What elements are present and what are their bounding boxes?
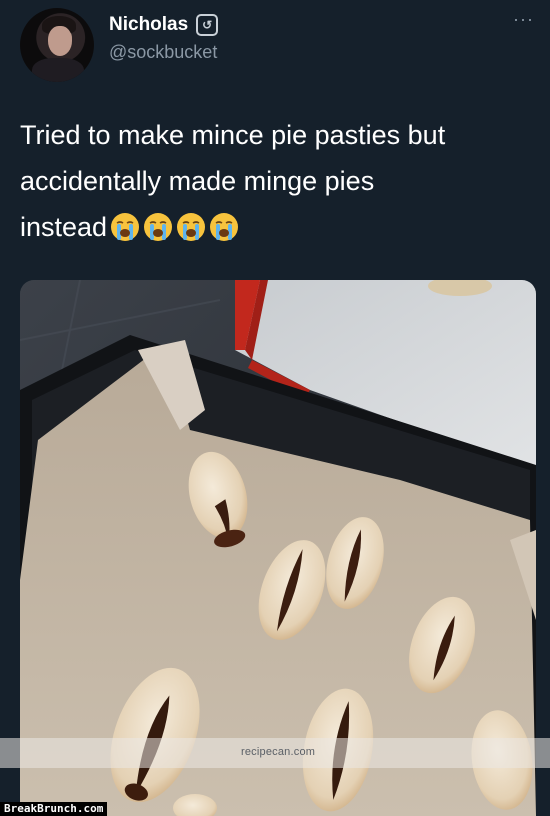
emoji-row xyxy=(107,212,239,242)
tweet-photo[interactable] xyxy=(20,280,536,816)
tweet-text-line-2: accidentally made minge pies xyxy=(20,166,375,196)
avatar-face xyxy=(48,26,72,56)
site-tag: BreakBrunch.com xyxy=(0,802,108,816)
tweet-text-line-1: Tried to make mince pie pasties but xyxy=(20,120,446,150)
tweet-text: Tried to make mince pie pasties but acci… xyxy=(20,112,530,250)
user-handle[interactable]: @sockbucket xyxy=(109,42,217,63)
loudly-crying-face-icon xyxy=(210,213,239,241)
display-name[interactable]: Nicholas xyxy=(109,14,188,36)
name-row: Nicholas ↺ xyxy=(109,14,219,36)
watermark-text: recipecan.com xyxy=(241,746,316,758)
retweet-badge-icon: ↺ xyxy=(196,14,219,36)
loudly-crying-face-icon xyxy=(177,213,206,241)
loudly-crying-face-icon xyxy=(111,213,140,241)
tweet-text-line-3: instead xyxy=(20,204,530,250)
avatar-shirt xyxy=(32,58,84,82)
pastries-photo-illustration xyxy=(20,280,536,816)
more-options-icon[interactable]: ··· xyxy=(513,10,534,28)
avatar[interactable] xyxy=(20,8,94,82)
tweet-text-line-3-word: instead xyxy=(20,212,108,242)
loudly-crying-face-icon xyxy=(144,213,173,241)
